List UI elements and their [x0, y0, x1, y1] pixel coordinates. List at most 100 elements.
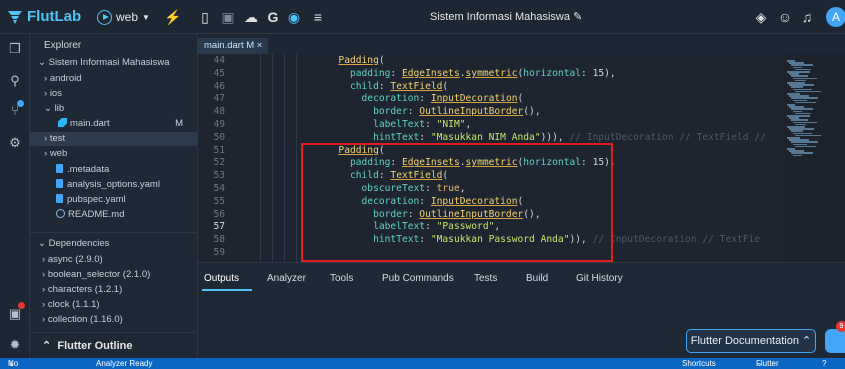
tab-analyzer[interactable]: Analyzer [267, 273, 306, 284]
project-root[interactable]: ⌄ Sistem Informasi Mahasiswa [30, 56, 197, 70]
flutter-outline-header[interactable]: ⌃ Flutter Outline [30, 332, 197, 358]
edit-title-icon[interactable]: ✎ [573, 11, 582, 23]
code-text: border: OutlineInputBorder(), [373, 106, 541, 118]
file-icon [56, 164, 63, 173]
line-number: 44 [213, 55, 225, 66]
folder-web[interactable]: › web [30, 147, 197, 161]
code-line[interactable]: 48 border: OutlineInputBorder(), [198, 106, 783, 119]
line-number: 45 [213, 67, 225, 79]
branch-indicator[interactable]: ⑂ No branch ⌄ [8, 358, 18, 369]
code-line[interactable]: 47 decoration: InputDecoration( [198, 93, 783, 106]
line-number: 50 [213, 131, 225, 143]
dart-file-icon [58, 118, 67, 127]
file-readme[interactable]: README.md [30, 208, 197, 222]
help-icon[interactable]: ? [822, 358, 826, 369]
code-line[interactable]: 45 padding: EdgeInsets.symmetric(horizon… [198, 68, 783, 81]
code-line[interactable]: 49 labelText: "NIM", [198, 119, 783, 132]
folder-lib[interactable]: ⌄ lib [30, 102, 197, 116]
tab-tools[interactable]: Tools [330, 273, 353, 284]
code-text: labelText: "NIM", [373, 119, 472, 130]
dependency-item[interactable]: › boolean_selector (2.1.0) [30, 268, 197, 282]
dependency-item[interactable]: › characters (1.2.1) [30, 283, 197, 297]
project-title[interactable]: Sistem Informasi Mahasiswa ✎ [430, 10, 582, 23]
extensions-icon[interactable]: ⚙ [6, 134, 24, 152]
line-number: 46 [213, 80, 225, 92]
file-analysis-options[interactable]: analysis_options.yaml [30, 178, 197, 192]
code-line[interactable]: 46 child: TextField( [198, 81, 783, 94]
chevron-up-icon: ⌃ [42, 340, 52, 352]
dependency-item[interactable]: › clock (1.1.1) [30, 298, 197, 312]
info-icon [56, 209, 65, 218]
code-text: Padding( [338, 55, 385, 66]
minimap-line [793, 154, 802, 157]
cloud-upload-icon[interactable]: ☁ [242, 9, 260, 25]
google-icon[interactable]: G [264, 9, 282, 25]
line-number: 52 [213, 157, 225, 169]
folder-android[interactable]: › android [30, 72, 197, 86]
active-tab-indicator [202, 289, 252, 291]
top-bar: FlutLab web ▼ ⚡ ▯ ▣ ☁ G ◉ ≡ Sistem Infor… [0, 0, 845, 34]
code-text: child: TextField( [349, 80, 449, 92]
caret-down-icon: ▼ [142, 12, 150, 22]
annotation-highlight-box [301, 143, 613, 262]
flutter-documentation-button[interactable]: Flutter Documentation ⌃ [686, 329, 816, 353]
flutter-version-selector[interactable]: Flutter 3.3 ⌄ [756, 358, 779, 369]
line-number: 51 [213, 144, 225, 156]
line-number: 59 [213, 247, 225, 258]
line-number: 49 [213, 119, 225, 130]
device-icon[interactable]: ▯ [196, 9, 214, 25]
line-number: 54 [213, 183, 225, 194]
folder-ios[interactable]: › ios [30, 87, 197, 101]
avatar[interactable]: A [826, 7, 845, 27]
add-user-icon[interactable]: ☺ [776, 9, 794, 25]
file-main-dart[interactable]: main.dart M [30, 117, 197, 131]
flutlab-logo-icon [8, 11, 22, 24]
minimap[interactable] [783, 54, 845, 262]
close-icon[interactable]: × [257, 40, 263, 51]
chevron-up-icon: ⌃ [802, 335, 812, 347]
dependency-item[interactable]: › collection (1.16.0) [30, 313, 197, 327]
tab-pub-commands[interactable]: Pub Commands [382, 273, 454, 284]
bug-icon[interactable]: ✹ [6, 336, 24, 354]
device-preview-badge [18, 302, 25, 309]
shortcuts-button[interactable]: Shortcuts [682, 358, 716, 369]
line-number: 47 [213, 93, 225, 105]
minimap-line [795, 101, 816, 104]
settings-icon[interactable]: ◉ [285, 9, 303, 25]
files-icon[interactable]: ❐ [6, 40, 24, 58]
menu-icon[interactable]: ≡ [309, 9, 327, 25]
search-icon[interactable]: ⚲ [6, 72, 24, 90]
bottom-panel: Outputs Analyzer Tools Pub Commands Test… [198, 262, 845, 358]
analyzer-status: Analyzer Ready [96, 359, 153, 368]
dependency-item[interactable]: › async (2.9.0) [30, 253, 197, 267]
divider [30, 232, 197, 233]
code-line[interactable]: 44 Padding( [198, 55, 783, 68]
tab-git-history[interactable]: Git History [576, 273, 623, 284]
run-target-label: web [116, 10, 139, 24]
chat-badge: 9 [836, 321, 845, 332]
line-number: 56 [213, 208, 225, 220]
code-text: padding: EdgeInsets.symmetric(horizontal… [349, 67, 616, 79]
run-icon[interactable] [97, 9, 112, 25]
folder-test[interactable]: › test [30, 132, 197, 146]
tab-tests[interactable]: Tests [474, 273, 497, 284]
tab-main-dart[interactable]: main.dart M × [198, 38, 269, 54]
hot-reload-icon[interactable]: ⚡ [164, 9, 182, 25]
dependencies-header[interactable]: ⌄ Dependencies [30, 237, 197, 251]
line-number: 58 [213, 234, 225, 246]
line-number: 48 [213, 106, 225, 118]
tab-build[interactable]: Build [526, 273, 548, 284]
status-bar: ⑂ No branch ⌄ Analyzer Ready Shortcuts F… [0, 358, 845, 369]
layers-icon[interactable]: ◈ [752, 9, 770, 25]
chat-icon[interactable] [825, 329, 845, 353]
run-target-selector[interactable]: web ▼ [93, 7, 156, 27]
tab-outputs[interactable]: Outputs [204, 273, 239, 284]
source-control-badge [17, 100, 24, 107]
file-metadata[interactable]: .metadata [30, 163, 197, 177]
editor-tab-bar: main.dart M × [198, 34, 845, 54]
notifications-icon[interactable]: ♫ [798, 9, 816, 25]
line-number: 57 [213, 221, 225, 233]
file-pubspec[interactable]: pubspec.yaml [30, 193, 197, 207]
save-icon[interactable]: ▣ [219, 9, 237, 25]
line-number: 53 [213, 170, 225, 182]
